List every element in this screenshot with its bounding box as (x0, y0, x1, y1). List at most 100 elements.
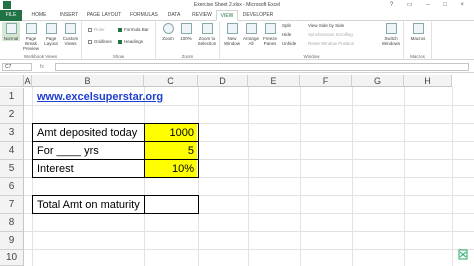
arrange-all-label: Arrange All (242, 36, 259, 46)
gridline (24, 105, 474, 106)
normal-view-icon (5, 23, 17, 34)
column-header-a[interactable]: A (24, 75, 32, 87)
freeze-panes-button[interactable]: Freeze Panes (261, 23, 279, 46)
cell-c4[interactable]: 1000 (145, 124, 197, 141)
group-label-window: Window (303, 54, 320, 59)
tab-file[interactable]: FILE (0, 10, 22, 21)
column-header-e[interactable]: E (248, 75, 300, 87)
row-header-6[interactable]: 6 (0, 178, 24, 196)
formula-input[interactable] (55, 63, 469, 71)
custom-views-label: Custom Views (62, 36, 79, 46)
cell-c6[interactable]: 10% (145, 160, 197, 177)
row-header-9[interactable]: 9 (0, 232, 24, 250)
custom-views-button[interactable]: Custom Views (61, 23, 80, 46)
normal-view-button[interactable]: Normal (2, 22, 20, 41)
tab-home[interactable]: HOME (26, 10, 52, 21)
zoom-selection-button[interactable]: Zoom to Selection (195, 23, 219, 46)
column-header-c[interactable]: C (144, 75, 198, 87)
cell-b2-link[interactable]: www.excelsuperstar.org (37, 88, 197, 105)
gridline (24, 177, 474, 178)
freeze-panes-label: Freeze Panes (262, 36, 277, 46)
excel-watermark-glyph (458, 249, 468, 260)
group-workbook-views: Normal Page Break Preview Page Layout Cu… (0, 21, 82, 60)
tab-formulas[interactable]: FORMULAS (126, 10, 162, 21)
macros-icon (412, 23, 424, 34)
reset-position-button[interactable]: Reset Window Position (308, 41, 354, 47)
row-header-4[interactable]: 4 (0, 142, 24, 160)
tab-view[interactable]: VIEW (216, 10, 238, 21)
new-window-label: New Window (223, 36, 240, 46)
formula-bar-checkbox[interactable]: Formula Bar (118, 27, 149, 33)
cell-c5[interactable]: 5 (145, 142, 197, 159)
tab-data[interactable]: DATA (162, 10, 186, 21)
column-header-f[interactable]: F (300, 75, 352, 87)
group-show: Ruler Formula Bar Gridlines Headings Sho… (82, 21, 156, 60)
column-header-b[interactable]: B (32, 75, 144, 87)
tab-review[interactable]: REVIEW (188, 10, 216, 21)
zoom-selection-icon (201, 23, 213, 34)
tab-page-layout[interactable]: PAGE LAYOUT (84, 10, 124, 21)
unhide-button[interactable]: Unhide (282, 41, 296, 47)
freeze-panes-icon (264, 23, 276, 34)
cell-c8[interactable] (145, 196, 197, 213)
column-header-h[interactable]: H (404, 75, 452, 87)
gridlines-checkbox[interactable]: Gridlines (88, 39, 112, 45)
sync-scroll-button[interactable]: Synchronous Scrolling (308, 32, 353, 38)
page-layout-label: Page Layout (44, 36, 58, 46)
page-break-icon (25, 23, 37, 34)
row-header-5[interactable]: 5 (0, 160, 24, 178)
excel-window: Exercise Sheet 2.xlsx - Microsoft Excel … (0, 0, 474, 266)
window-controls[interactable]: ? ▭ – □ × (390, 1, 470, 8)
ribbon-tabs: FILE HOME INSERT PAGE LAYOUT FORMULAS DA… (0, 10, 474, 21)
cell-b4[interactable]: Amt deposited today (37, 124, 143, 141)
row-header-7[interactable]: 7 (0, 196, 24, 214)
zoom-100-button[interactable]: 100% (178, 23, 194, 41)
select-all-corner[interactable] (0, 75, 24, 87)
name-box[interactable]: C7 (2, 63, 32, 71)
macros-label: Macros (410, 36, 426, 41)
row-header-2[interactable]: 2 (0, 106, 24, 124)
page-layout-icon (45, 23, 57, 34)
new-window-button[interactable]: New Window (223, 23, 241, 46)
spreadsheet-grid: A B C D E F G H 1 2 3 4 5 6 7 8 9 10 www… (0, 75, 474, 266)
page-layout-button[interactable]: Page Layout (42, 23, 60, 46)
arrange-all-button[interactable]: Arrange All (242, 23, 260, 46)
row-header-1[interactable]: 1 (0, 88, 24, 106)
cell-b8[interactable]: Total Amt on maturity (37, 196, 143, 213)
row-header-10[interactable]: 10 (0, 250, 24, 266)
headings-checkbox[interactable]: Headings (118, 39, 143, 45)
fx-icon[interactable]: fx (40, 63, 44, 71)
arrange-all-icon (245, 23, 257, 34)
macros-button[interactable]: Macros (408, 23, 428, 41)
gridline (24, 249, 474, 250)
row-header-8[interactable]: 8 (0, 214, 24, 232)
switch-windows-icon (385, 23, 397, 34)
formula-bar: C7 fx (0, 61, 474, 73)
normal-view-label: Normal (3, 36, 19, 41)
group-zoom: Zoom 100% Zoom to Selection Zoom (156, 21, 220, 60)
tab-insert[interactable]: INSERT (54, 10, 84, 21)
group-label-zoom: Zoom (181, 54, 194, 59)
column-header-d[interactable]: D (198, 75, 248, 87)
switch-windows-label: Switch Windows (381, 36, 401, 46)
cell-b6[interactable]: Interest (37, 160, 143, 177)
hide-button[interactable]: Hide (282, 32, 291, 38)
page-break-preview-button[interactable]: Page Break Preview (21, 23, 41, 51)
side-by-side-button[interactable]: View Side by Side (308, 23, 344, 29)
zoom-selection-label: Zoom to Selection (197, 36, 217, 46)
headings-label: Headings (124, 39, 144, 44)
switch-windows-button[interactable]: Switch Windows (380, 23, 402, 46)
new-window-icon (226, 23, 238, 34)
ruler-checkbox[interactable]: Ruler (88, 27, 105, 33)
row-header-3[interactable]: 3 (0, 124, 24, 142)
formula-bar-check-icon (118, 27, 122, 32)
gridlines-label: Gridlines (94, 39, 112, 44)
zoom-button[interactable]: Zoom (160, 23, 176, 41)
tab-developer[interactable]: DEVELOPER (240, 10, 276, 21)
group-macros: Macros Macros (404, 21, 432, 60)
split-button[interactable]: Split (282, 23, 291, 29)
formula-bar-label: Formula Bar (124, 27, 149, 32)
column-header-g[interactable]: G (352, 75, 404, 87)
cell-b5[interactable]: For ____ yrs (37, 142, 143, 159)
group-label-show: Show (112, 54, 125, 59)
